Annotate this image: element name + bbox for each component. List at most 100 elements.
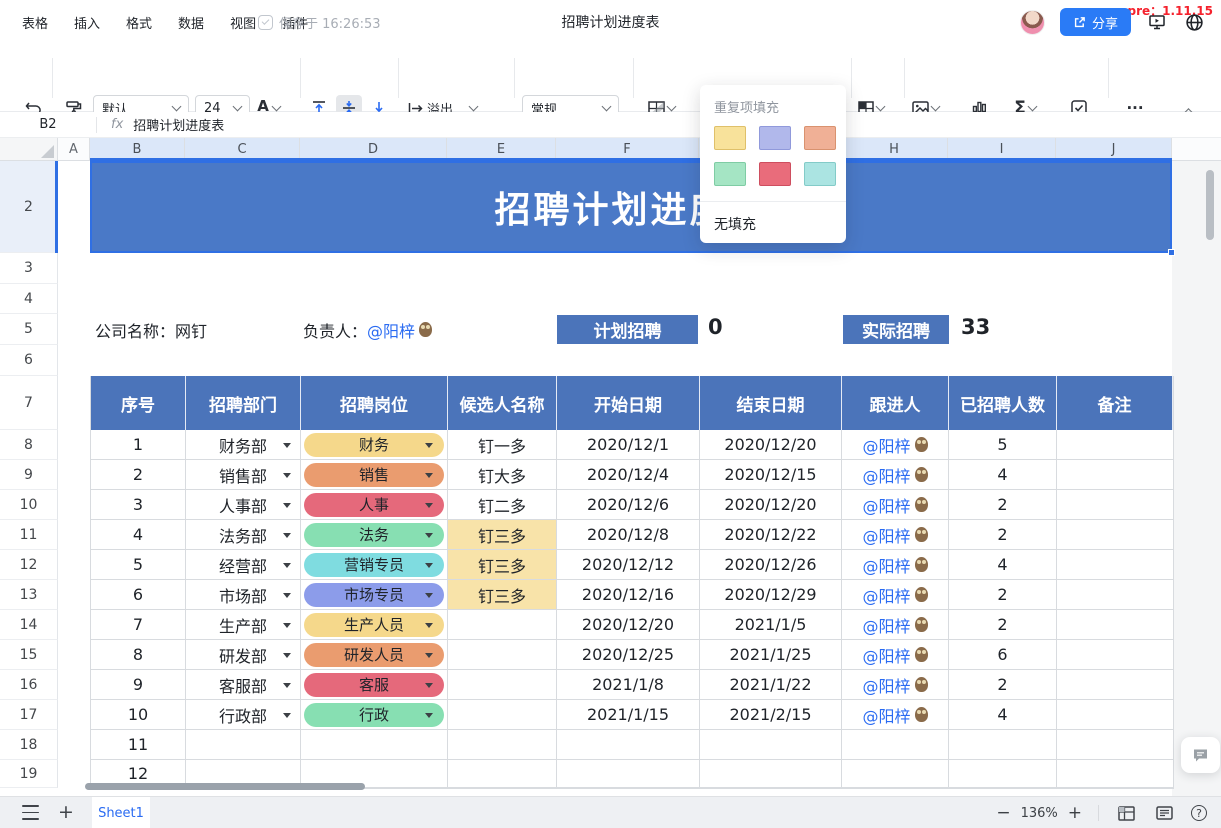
table-header-3[interactable]: 招聘岗位	[301, 376, 448, 430]
cell-hired[interactable]: 4	[949, 550, 1057, 580]
cell-end-date[interactable]: 2020/12/22	[700, 520, 842, 550]
present-icon[interactable]	[1146, 11, 1168, 33]
cell-reference-box[interactable]: B2	[0, 117, 96, 132]
sheet-list-icon[interactable]	[22, 805, 39, 820]
owner-cell[interactable]: 负责人：@阳梓	[303, 314, 432, 345]
zoom-in-button[interactable]: +	[1068, 805, 1082, 822]
dropdown-arrow-icon[interactable]	[425, 683, 433, 688]
cell-hired[interactable]: 2	[949, 520, 1057, 550]
column-header-F[interactable]: F	[556, 138, 699, 160]
table-header-9[interactable]: 备注	[1057, 376, 1173, 430]
cell-end-date[interactable]: 2021/2/15	[700, 700, 842, 730]
row-header-7[interactable]: 7	[0, 376, 58, 430]
cell-end-date[interactable]: 2020/12/26	[700, 550, 842, 580]
fill-swatch-yellow[interactable]	[714, 126, 746, 150]
table-header-4[interactable]: 候选人名称	[448, 376, 557, 430]
cell-note[interactable]	[1057, 550, 1173, 580]
fill-swatch-periwinkle[interactable]	[759, 126, 791, 150]
row-header-5[interactable]: 5	[0, 314, 58, 345]
menu-item-format[interactable]: 格式	[126, 13, 152, 32]
column-header-A[interactable]: A	[58, 138, 90, 160]
dropdown-arrow-icon[interactable]	[425, 623, 433, 628]
cell-follower[interactable]: @阳梓	[842, 640, 949, 670]
cell-start-date[interactable]	[557, 730, 700, 760]
selection-fill-handle[interactable]	[1168, 249, 1175, 256]
cell-candidate[interactable]: 钉大多	[448, 460, 557, 490]
follower-mention-link[interactable]: @阳梓	[862, 553, 910, 577]
cell-role[interactable]: 法务	[301, 520, 448, 550]
cell-no[interactable]: 7	[91, 610, 186, 640]
cell-role[interactable]: 人事	[301, 490, 448, 520]
role-pill[interactable]: 研发人员	[304, 643, 444, 667]
add-sheet-button[interactable]: +	[58, 801, 74, 823]
dropdown-arrow-icon[interactable]	[283, 713, 291, 718]
dropdown-arrow-icon[interactable]	[283, 593, 291, 598]
cell-note[interactable]	[1057, 490, 1173, 520]
cell-dept[interactable]	[186, 730, 301, 760]
column-header-J[interactable]: J	[1056, 138, 1172, 160]
dropdown-arrow-icon[interactable]	[425, 653, 433, 658]
table-header-7[interactable]: 跟进人	[842, 376, 949, 430]
cell-start-date[interactable]: 2021/1/15	[557, 700, 700, 730]
cell-dept[interactable]: 客服部	[186, 670, 301, 700]
column-header-H[interactable]: H	[841, 138, 948, 160]
row-header-2[interactable]: 2	[0, 161, 58, 253]
cell-follower[interactable]: @阳梓	[842, 670, 949, 700]
menu-item-view[interactable]: 视图	[230, 13, 256, 32]
fill-swatch-red[interactable]	[759, 162, 791, 186]
follower-mention-link[interactable]: @阳梓	[862, 643, 910, 667]
row-header-12[interactable]: 12	[0, 550, 58, 580]
horizontal-scrollbar[interactable]	[85, 783, 365, 790]
follower-mention-link[interactable]: @阳梓	[862, 433, 910, 457]
cell-end-date[interactable]: 2021/1/5	[700, 610, 842, 640]
cell-hired[interactable]: 4	[949, 460, 1057, 490]
cell-no[interactable]: 6	[91, 580, 186, 610]
cell-start-date[interactable]: 2020/12/12	[557, 550, 700, 580]
cell-end-date[interactable]	[700, 760, 842, 788]
follower-mention-link[interactable]: @阳梓	[862, 493, 910, 517]
dropdown-arrow-icon[interactable]	[283, 653, 291, 658]
cell-follower[interactable]: @阳梓	[842, 580, 949, 610]
cell-hired[interactable]: 2	[949, 670, 1057, 700]
table-header-5[interactable]: 开始日期	[557, 376, 700, 430]
planned-recruit-value-cell[interactable]: 0	[708, 311, 723, 342]
dropdown-arrow-icon[interactable]	[425, 533, 433, 538]
grid-view-icon[interactable]	[1115, 802, 1137, 824]
cell-role[interactable]: 研发人员	[301, 640, 448, 670]
cell-end-date[interactable]: 2020/12/29	[700, 580, 842, 610]
cell-dept[interactable]: 人事部	[186, 490, 301, 520]
cell-no[interactable]: 8	[91, 640, 186, 670]
cell-hired[interactable]: 6	[949, 640, 1057, 670]
cell-note[interactable]	[1057, 730, 1173, 760]
cell-end-date[interactable]: 2020/12/20	[700, 430, 842, 460]
avatar[interactable]	[1020, 10, 1045, 35]
dropdown-arrow-icon[interactable]	[283, 533, 291, 538]
cell-follower[interactable]: @阳梓	[842, 490, 949, 520]
share-button[interactable]: 分享	[1060, 8, 1131, 36]
owner-mention-link[interactable]: @阳梓	[367, 318, 415, 342]
cell-start-date[interactable]: 2020/12/6	[557, 490, 700, 520]
role-pill[interactable]: 营销专员	[304, 553, 444, 577]
row-header-6[interactable]: 6	[0, 345, 58, 376]
cell-hired[interactable]: 2	[949, 610, 1057, 640]
column-header-B[interactable]: B	[90, 138, 185, 160]
cell-candidate[interactable]	[448, 670, 557, 700]
select-all-corner[interactable]	[0, 138, 58, 160]
dropdown-arrow-icon[interactable]	[283, 473, 291, 478]
column-header-I[interactable]: I	[948, 138, 1056, 160]
actual-recruit-label-cell[interactable]: 实际招聘	[843, 315, 949, 344]
cell-start-date[interactable]: 2020/12/25	[557, 640, 700, 670]
cell-role[interactable]: 客服	[301, 670, 448, 700]
cell-follower[interactable]: @阳梓	[842, 550, 949, 580]
cell-start-date[interactable]: 2020/12/4	[557, 460, 700, 490]
company-name-cell[interactable]: 公司名称：网钉	[95, 314, 207, 345]
cell-note[interactable]	[1057, 700, 1173, 730]
cell-no[interactable]: 3	[91, 490, 186, 520]
column-header-D[interactable]: D	[300, 138, 447, 160]
cell-follower[interactable]: @阳梓	[842, 700, 949, 730]
role-pill[interactable]: 市场专员	[304, 583, 444, 607]
role-pill[interactable]: 财务	[304, 433, 444, 457]
cell-no[interactable]: 2	[91, 460, 186, 490]
follower-mention-link[interactable]: @阳梓	[862, 583, 910, 607]
cell-candidate[interactable]: 钉三多	[448, 580, 557, 610]
